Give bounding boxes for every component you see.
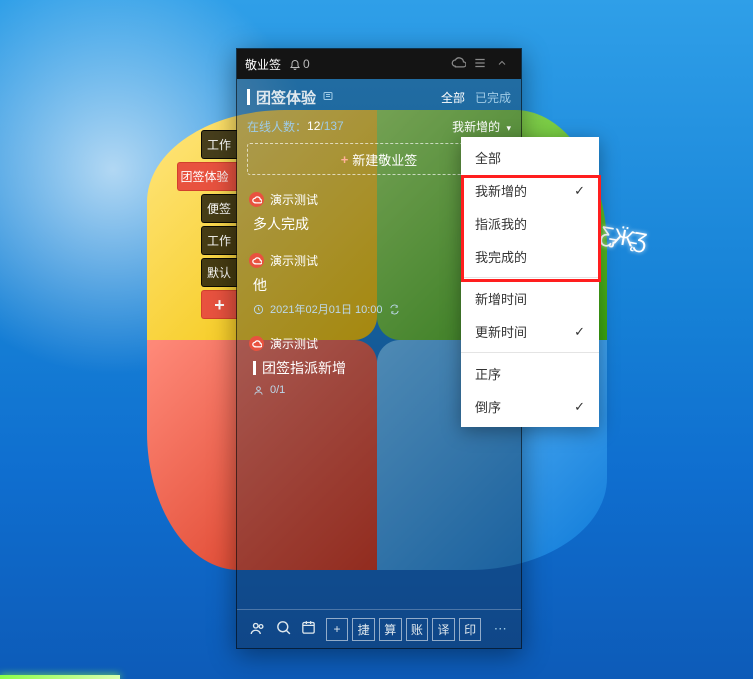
check-icon: ✓ <box>574 183 585 199</box>
menu-group-time: 新增时间 更新时间 ✓ <box>461 278 599 352</box>
menu-item-label: 指派我的 <box>475 214 527 233</box>
menu-item-label: 更新时间 <box>475 322 527 341</box>
title-list-icon[interactable] <box>322 90 334 105</box>
item-author: 演示测试 <box>270 335 318 352</box>
collapse-icon[interactable] <box>491 57 513 72</box>
search-icon[interactable] <box>271 619 297 639</box>
menu-item[interactable]: 全部 <box>461 141 599 174</box>
side-tab-strip: 工作 团签体验 便签 工作 默认 + <box>201 130 237 322</box>
add-square-button[interactable]: + <box>326 618 349 641</box>
cloud-sync-icon[interactable] <box>447 55 469 73</box>
side-tab-add[interactable]: + <box>201 290 237 319</box>
menu-item[interactable]: 新增时间 <box>461 282 599 315</box>
menu-item[interactable]: 正序 <box>461 357 599 390</box>
item-author: 演示测试 <box>270 252 318 269</box>
new-note-label: 新建敬业签 <box>352 150 417 169</box>
cloud-badge-icon <box>249 336 264 351</box>
menu-item-label: 我新增的 <box>475 181 527 200</box>
page-title: 团签体验 <box>256 87 316 108</box>
side-tab[interactable]: 便签 <box>201 194 237 223</box>
notification-bell[interactable]: 0 <box>289 57 310 71</box>
item-title: 团签指派新增 <box>262 358 346 378</box>
menu-item[interactable]: 倒序 ✓ <box>461 390 599 423</box>
check-icon: ✓ <box>574 324 585 340</box>
tool-button[interactable]: 算 <box>379 618 402 641</box>
menu-item[interactable]: 更新时间 ✓ <box>461 315 599 348</box>
item-accent <box>253 361 256 375</box>
caret-down-icon: ▾ <box>506 123 511 133</box>
side-tab[interactable]: 工作 <box>201 130 237 159</box>
title-bar-accent <box>247 89 250 105</box>
contacts-icon[interactable] <box>245 619 271 640</box>
online-label: 在线人数： <box>247 118 307 135</box>
menu-item-label: 新增时间 <box>475 289 527 308</box>
cloud-badge-icon <box>249 192 264 207</box>
tool-button[interactable]: 译 <box>432 618 455 641</box>
side-tab[interactable]: 默认 <box>201 258 237 287</box>
taskbar-glow <box>0 675 120 679</box>
calendar-icon[interactable] <box>296 619 322 639</box>
online-total: /137 <box>320 119 343 133</box>
plus-icon: + <box>341 152 349 167</box>
menu-item[interactable]: 我完成的 <box>461 240 599 273</box>
item-people: 0/1 <box>270 384 285 396</box>
online-now: 12 <box>307 119 320 133</box>
sort-menu: 全部 我新增的 ✓ 指派我的 我完成的 新增时间 更新时间 ✓ 正序 倒序 ✓ <box>461 137 599 427</box>
titlebar: 敬业签 0 <box>237 49 521 79</box>
bell-count: 0 <box>303 57 310 71</box>
menu-group-filter: 全部 我新增的 ✓ 指派我的 我完成的 <box>461 137 599 277</box>
menu-icon[interactable] <box>469 56 491 73</box>
menu-item-label: 全部 <box>475 148 501 167</box>
menu-item[interactable]: 指派我的 <box>461 207 599 240</box>
sub-header: 在线人数： 12 /137 我新增的 ▾ <box>237 115 521 137</box>
item-title: 他 <box>253 275 267 295</box>
bottom-toolbar: + 捷 算 账 译 印 ⋯ <box>237 609 521 648</box>
menu-group-order: 正序 倒序 ✓ <box>461 353 599 427</box>
tool-button[interactable]: 捷 <box>352 618 375 641</box>
item-time: 2021年02月01日 10:00 <box>270 301 383 317</box>
more-icon[interactable]: ⋯ <box>487 621 513 637</box>
app-name: 敬业签 <box>245 56 281 73</box>
menu-item-label: 倒序 <box>475 397 501 416</box>
sort-dropdown[interactable]: 我新增的 ▾ <box>452 118 511 135</box>
side-tab-active[interactable]: 团签体验 <box>177 162 237 191</box>
sort-label: 我新增的 <box>452 120 500 134</box>
tool-button[interactable]: 印 <box>459 618 482 641</box>
bell-icon <box>289 58 301 70</box>
repeat-icon <box>389 304 400 315</box>
menu-item[interactable]: 我新增的 ✓ <box>461 174 599 207</box>
menu-item-label: 我完成的 <box>475 247 527 266</box>
cloud-badge-icon <box>249 253 264 268</box>
menu-item-label: 正序 <box>475 364 501 383</box>
clock-icon <box>253 304 264 315</box>
item-author: 演示测试 <box>270 191 318 208</box>
side-tab[interactable]: 工作 <box>201 226 237 255</box>
tab-all[interactable]: 全部 <box>441 89 465 106</box>
tab-done[interactable]: 已完成 <box>475 89 511 106</box>
item-title: 多人完成 <box>253 214 309 234</box>
header-row: 团签体验 全部 已完成 <box>237 79 521 115</box>
check-icon: ✓ <box>574 399 585 415</box>
tool-button[interactable]: 账 <box>406 618 429 641</box>
person-icon <box>253 385 264 396</box>
